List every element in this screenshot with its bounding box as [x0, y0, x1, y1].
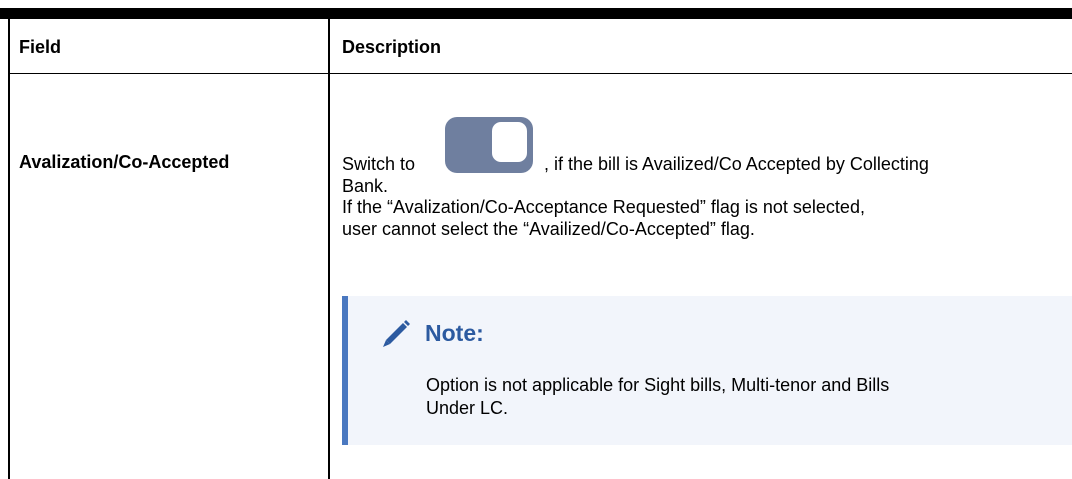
description-line4: user cannot select the “Availized/Co-Acc… [342, 219, 755, 239]
note-text-line2: Under LC. [426, 398, 509, 418]
toggle-switch-icon [445, 117, 533, 173]
description-line2: Bank. [342, 176, 389, 196]
document-page: Field Description Avalization/Co-Accepte… [0, 0, 1072, 479]
note-title: Note: [425, 320, 484, 346]
table-left-border [8, 19, 10, 479]
column-divider [328, 19, 330, 479]
column-header-description: Description [342, 37, 442, 57]
description-switch-to: Switch to [342, 154, 416, 174]
description-line1-rest: , if the bill is Availized/Co Accepted b… [544, 154, 929, 174]
note-text-line1: Option is not applicable for Sight bills… [426, 375, 890, 395]
toggle-knob [492, 122, 527, 162]
column-header-field: Field [19, 37, 62, 57]
pencil-icon [383, 320, 410, 347]
header-bottom-rule [8, 73, 1072, 74]
field-name-avalization: Avalization/Co-Accepted [19, 152, 230, 172]
table-top-rule [0, 8, 1072, 19]
description-line3: If the “Avalization/Co-Acceptance Reques… [342, 197, 865, 217]
